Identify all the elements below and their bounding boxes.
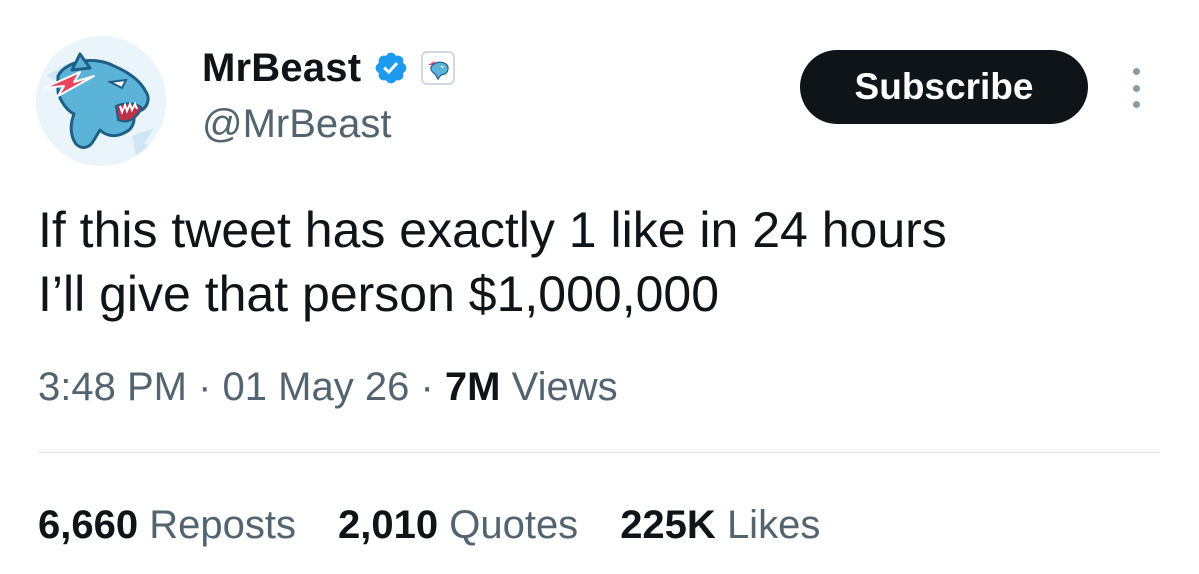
views-count: 7M <box>444 365 501 409</box>
reposts-stat[interactable]: 6,660 Reposts <box>38 500 296 550</box>
likes-count: 225K <box>620 503 716 547</box>
more-options-icon[interactable] <box>1124 68 1148 108</box>
likes-stat[interactable]: 225K Likes <box>620 500 820 550</box>
tweet-card: MrBeast @MrBeast Subscribe If this tweet… <box>0 0 1199 574</box>
divider <box>38 452 1160 453</box>
affiliate-badge-icon[interactable] <box>421 51 456 85</box>
reposts-label: Reposts <box>149 503 296 547</box>
tweet-time[interactable]: 3:48 PM <box>38 365 187 409</box>
panther-logo-icon <box>36 36 166 166</box>
author-name-row: MrBeast <box>202 44 456 92</box>
tweet-date[interactable]: 01 May 26 <box>223 365 410 409</box>
meta-separator: · <box>198 365 212 409</box>
quotes-stat[interactable]: 2,010 Quotes <box>338 500 578 550</box>
verified-badge-icon[interactable] <box>373 50 409 86</box>
engagement-stats: 6,660 Reposts 2,010 Quotes 225K Likes <box>38 500 820 550</box>
more-dot <box>1132 101 1140 108</box>
avatar[interactable] <box>36 36 166 166</box>
reposts-count: 6,660 <box>38 503 139 547</box>
likes-label: Likes <box>726 503 821 547</box>
tweet-text: If this tweet has exactly 1 like in 24 h… <box>38 198 1158 326</box>
more-dot <box>1132 68 1140 75</box>
tweet-text-line: I’ll give that person $1,000,000 <box>38 266 720 322</box>
quotes-count: 2,010 <box>337 503 439 547</box>
more-dot <box>1132 84 1140 92</box>
tweet-text-line: If this tweet has exactly 1 like in 24 h… <box>38 202 947 258</box>
views-label: Views <box>511 365 618 409</box>
subscribe-button[interactable]: Subscribe <box>800 50 1088 124</box>
author-display-name[interactable]: MrBeast <box>202 44 361 92</box>
tweet-meta: 3:48 PM · 01 May 26 · 7M Views <box>38 362 618 412</box>
meta-separator: · <box>420 365 434 409</box>
author-handle[interactable]: @MrBeast <box>202 100 392 148</box>
quotes-label: Quotes <box>449 503 579 547</box>
